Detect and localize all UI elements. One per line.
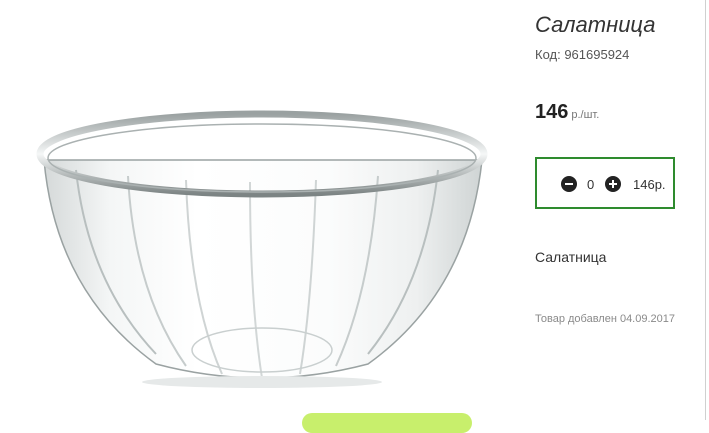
quantity-value: 0	[587, 177, 595, 192]
price-value: 146	[535, 101, 569, 123]
minus-circle-icon[interactable]	[561, 176, 577, 192]
quantity-total-price: 146р.	[633, 177, 666, 192]
product-code: Код: 961695924	[535, 47, 630, 62]
product-added-date: Товар добавлен 04.09.2017	[535, 313, 676, 325]
quantity-selector: 0 146р.	[535, 157, 675, 209]
price-unit: р./шт.	[571, 109, 600, 121]
add-to-cart-button[interactable]	[302, 413, 472, 433]
product-price: 146 р./шт.	[535, 101, 599, 124]
plus-circle-icon[interactable]	[605, 176, 621, 192]
page-right-border	[705, 0, 706, 420]
product-description: Салатница	[535, 249, 607, 265]
product-title: Салатница	[535, 12, 656, 37]
product-image-glass-bowl	[36, 110, 488, 388]
